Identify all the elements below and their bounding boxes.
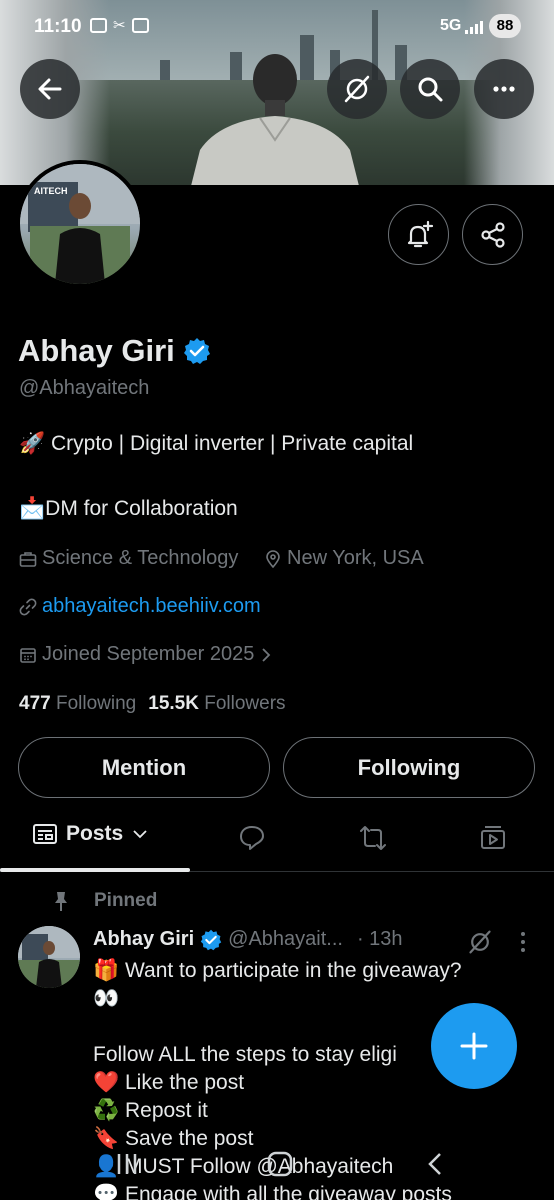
replies-icon[interactable]	[238, 824, 266, 852]
following-count-link[interactable]: 477 Following	[19, 693, 136, 715]
location-icon	[266, 549, 280, 568]
post-text-line: 👀	[93, 987, 120, 1010]
profile-category: Science & Technology	[19, 547, 238, 570]
mention-button[interactable]: Mention	[18, 737, 270, 798]
pinned-indicator: Pinned	[50, 890, 157, 912]
bell-plus-icon	[407, 220, 433, 247]
notify-button[interactable]	[388, 204, 449, 265]
following-count: 477	[19, 693, 51, 714]
profile-tabs: Posts	[0, 810, 554, 872]
notification-icons: ✂	[90, 18, 149, 33]
chevron-right-icon	[262, 647, 271, 662]
follow-counts: 477 Following 15.5K Followers	[19, 693, 286, 715]
followers-count-link[interactable]: 15.5K Followers	[148, 693, 285, 715]
posts-icon	[33, 824, 57, 844]
profile-name: Abhay Giri	[18, 333, 211, 369]
profile-name-text: Abhay Giri	[18, 333, 175, 368]
avatar-photo	[20, 164, 140, 284]
location-label: New York, USA	[287, 547, 424, 569]
profile-location: New York, USA	[264, 547, 424, 570]
share-icon	[480, 221, 505, 248]
notification-icon	[131, 18, 149, 33]
followers-count-label: Followers	[204, 693, 286, 714]
repost-icon[interactable]	[357, 824, 389, 852]
recent-apps-icon[interactable]	[115, 1151, 139, 1177]
bio-line: 📩DM for Collaboration	[19, 497, 238, 520]
tab-posts-label: Posts	[66, 822, 124, 845]
banner-person	[191, 54, 359, 185]
media-icon[interactable]	[479, 824, 507, 852]
verified-icon[interactable]	[183, 337, 211, 365]
post-more-icon[interactable]	[512, 930, 534, 954]
back-nav-icon[interactable]	[424, 1150, 446, 1178]
briefcase-icon	[19, 551, 37, 567]
home-icon[interactable]	[266, 1150, 294, 1178]
post-text-line: ♻️ Repost it	[93, 1099, 208, 1122]
compose-button[interactable]	[431, 1003, 517, 1089]
joined-label: Joined September 2025	[42, 643, 255, 665]
tab-posts[interactable]: Posts	[32, 822, 149, 846]
post-avatar-photo	[18, 926, 80, 988]
profile-website[interactable]: abhayaitech.beehiiv.com	[19, 595, 261, 618]
grok-icon	[344, 75, 370, 103]
link-icon	[19, 598, 37, 615]
share-button[interactable]	[462, 204, 523, 265]
scissors-icon: ✂	[113, 17, 126, 34]
avatar-logo-text: AITECH	[34, 186, 68, 196]
notification-icon	[90, 18, 107, 33]
profile-joined[interactable]: Joined September 2025	[19, 643, 273, 666]
bio-line: 🚀 Crypto | Digital inverter | Private ca…	[19, 432, 414, 455]
system-nav-bar	[0, 1145, 554, 1185]
post-text-line: Follow ALL the steps to stay eligi	[93, 1043, 397, 1066]
calendar-icon	[20, 647, 36, 663]
tab-active-indicator	[0, 868, 190, 872]
profile-avatar[interactable]: AITECH	[16, 160, 144, 288]
post-text-line: 💬 Engage with all the giveaway posts	[93, 1183, 452, 1200]
post-text-line: 🎁 Want to participate in the giveaway?	[93, 959, 462, 982]
post-avatar[interactable]	[18, 926, 80, 988]
search-button[interactable]	[400, 59, 460, 119]
website-link[interactable]: abhayaitech.beehiiv.com	[42, 595, 261, 618]
back-arrow-icon	[38, 78, 62, 100]
status-bar: 11:10 ✂ 5G 88	[0, 10, 554, 44]
plus-icon	[460, 1032, 488, 1060]
status-time: 11:10	[34, 16, 82, 37]
followers-count: 15.5K	[148, 693, 199, 714]
following-button[interactable]: Following	[283, 737, 535, 798]
post-text-line: ❤️ Like the post	[93, 1071, 245, 1094]
pin-icon	[55, 892, 67, 911]
back-button[interactable]	[20, 59, 80, 119]
grok-button[interactable]	[327, 59, 387, 119]
network-label: 5G	[440, 17, 462, 34]
battery-icon: 88	[489, 14, 521, 38]
profile-handle: @Abhayaitech	[19, 377, 150, 399]
search-icon	[418, 77, 443, 102]
more-icon	[493, 86, 515, 92]
verified-icon	[200, 929, 222, 950]
pinned-label: Pinned	[94, 890, 158, 911]
grok-icon[interactable]	[467, 929, 493, 955]
post-author-handle[interactable]: @Abhayait...	[228, 928, 343, 951]
chevron-down-icon	[133, 830, 147, 839]
category-label: Science & Technology	[42, 547, 239, 569]
post-author-name[interactable]: Abhay Giri	[93, 928, 194, 951]
post-time: · 13h	[356, 928, 403, 950]
following-count-label: Following	[55, 693, 137, 714]
more-button[interactable]	[474, 59, 534, 119]
post-header: Abhay Giri @Abhayait... · 13h	[93, 928, 403, 951]
signal-icon	[465, 21, 483, 34]
